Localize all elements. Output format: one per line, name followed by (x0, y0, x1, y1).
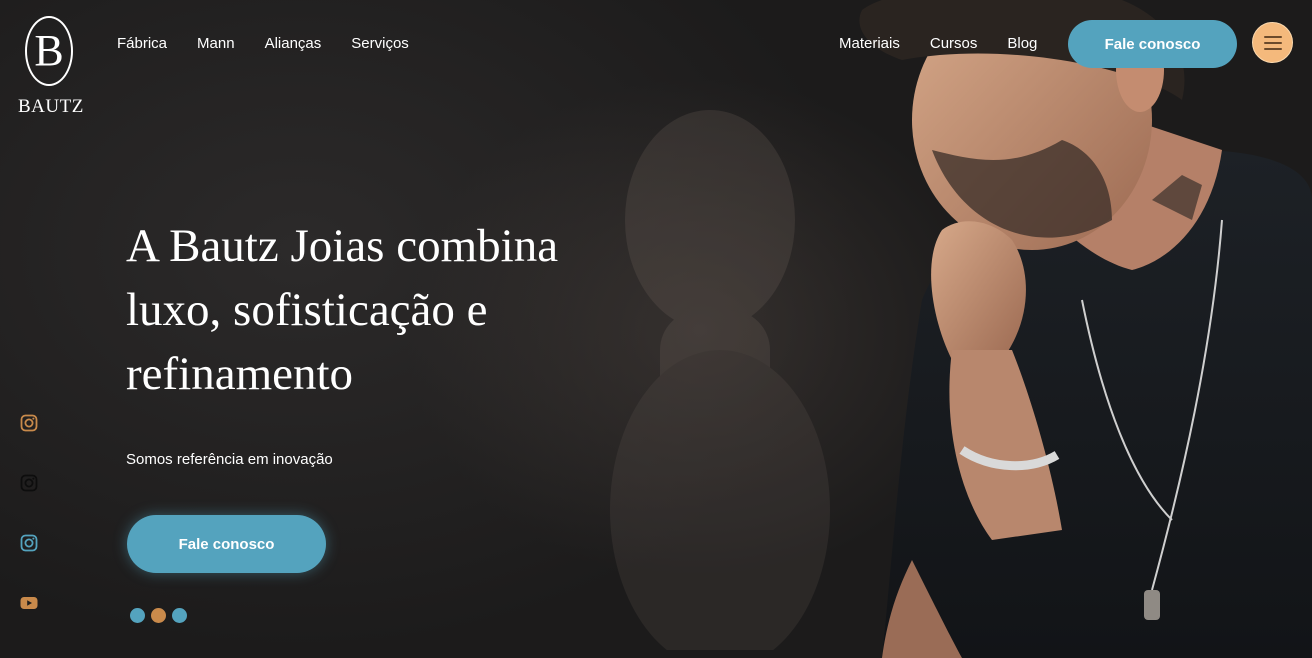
instagram-icon[interactable] (20, 414, 38, 432)
hero-headline-line: A Bautz Joias combina (126, 220, 559, 272)
nav-link-cursos[interactable]: Cursos (930, 35, 978, 53)
nav-link-mann[interactable]: Mann (197, 35, 235, 53)
hero-headline-line: refinamento (126, 348, 354, 400)
hero-subline: Somos referência em inovação (126, 451, 333, 468)
hero-headline-line: luxo, sofisticação e (126, 284, 488, 336)
hamburger-menu-icon[interactable] (1252, 22, 1293, 63)
menu-bar (1263, 35, 1282, 38)
bautz-logo[interactable]: B BAUTZ (18, 16, 84, 122)
instagram-icon[interactable] (20, 474, 38, 492)
hero-headline: A Bautz Joias combina luxo, sofisticação… (126, 214, 686, 406)
nav-link-aliancas[interactable]: Alianças (265, 35, 322, 53)
logo-monogram: B (25, 16, 73, 86)
nav-link-servicos[interactable]: Serviços (351, 35, 409, 53)
nav-link-blog[interactable]: Blog (1007, 35, 1037, 53)
slider-dot[interactable] (130, 608, 145, 623)
slider-dot[interactable] (151, 608, 166, 623)
hero-model-photo (859, 0, 1312, 658)
header-contact-button[interactable]: Fale conosco (1068, 20, 1237, 68)
slider-dot[interactable] (172, 608, 187, 623)
nav-link-fabrica[interactable]: Fábrica (117, 35, 167, 53)
secondary-nav: Materiais Cursos Blog (839, 35, 1037, 53)
slider-dots (130, 608, 187, 623)
menu-bar (1263, 47, 1282, 50)
hero-contact-button[interactable]: Fale conosco (127, 515, 326, 573)
hero-section: B BAUTZ Fábrica Mann Alianças Serviços M… (0, 0, 1312, 658)
nav-link-materiais[interactable]: Materiais (839, 35, 900, 53)
menu-bar (1263, 41, 1282, 44)
logo-wordmark: BAUTZ (18, 96, 84, 117)
primary-nav: Fábrica Mann Alianças Serviços (117, 35, 409, 53)
youtube-icon[interactable] (20, 594, 38, 612)
instagram-icon[interactable] (20, 534, 38, 552)
